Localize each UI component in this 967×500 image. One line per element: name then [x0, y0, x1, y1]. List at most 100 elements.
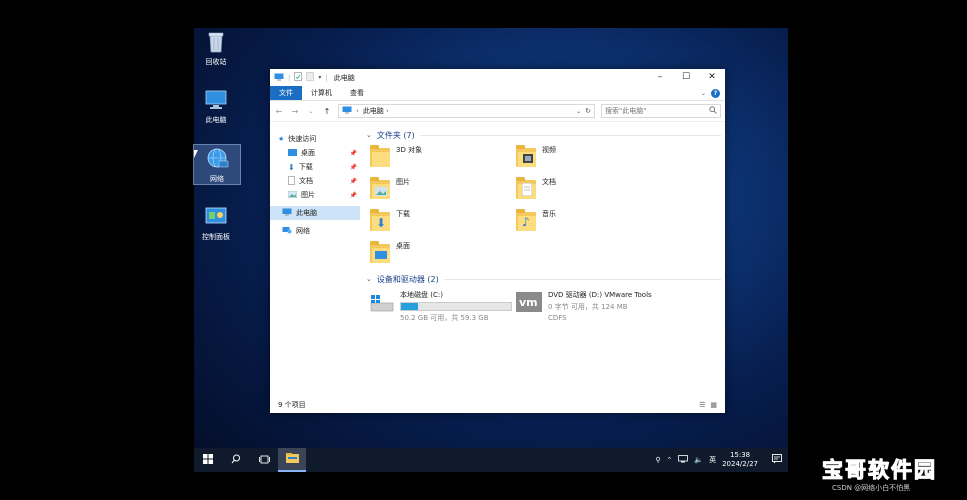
people-icon[interactable]: ⚲ [655, 456, 660, 464]
address-bar[interactable]: › 此电脑 › ⌄ ↻ [338, 104, 595, 118]
window-title: 此电脑 [333, 73, 355, 82]
pin-icon[interactable]: 📌 [350, 164, 357, 171]
this-pc-small-icon [282, 208, 292, 218]
nav-item-pictures[interactable]: 图片 📌 [270, 188, 360, 202]
nav-item-desktop[interactable]: 桌面 📌 [270, 146, 360, 160]
minimize-icon[interactable]: – [647, 69, 673, 86]
search-icon [709, 106, 717, 116]
refresh-icon[interactable]: ↻ [585, 107, 591, 115]
breadcrumb[interactable]: 此电脑 › [363, 106, 572, 116]
nav-quick-access[interactable]: ★ 快速访问 [270, 132, 360, 146]
back-arrow-icon[interactable]: ← [274, 107, 284, 116]
nav-label: 桌面 [301, 149, 315, 157]
nav-item-network[interactable]: 网络 [270, 224, 360, 238]
task-view-button[interactable] [250, 448, 278, 472]
folder-item-downloads[interactable]: ⬇ 下载 [370, 206, 516, 238]
this-pc-small-icon [274, 73, 284, 83]
folder-item-videos[interactable]: 视频 [516, 142, 662, 174]
section-title: 文件夹 (7) [376, 130, 415, 140]
taskbar: ⚲ ⌃ 🔈 英 15:38 2024/2/27 [194, 448, 788, 472]
pin-icon[interactable]: 📌 [350, 178, 357, 185]
clock-time: 15:38 [729, 451, 751, 459]
expand-ribbon-chevron-icon[interactable]: ⌄ [701, 90, 706, 97]
folder-label: 桌面 [396, 242, 410, 250]
control-panel-icon [203, 205, 229, 229]
folder-label: 下载 [396, 210, 410, 218]
close-icon[interactable]: ✕ [699, 69, 725, 86]
network-status-icon[interactable] [678, 455, 689, 465]
devices-section-header[interactable]: ⌄ 设备和驱动器 (2) [366, 272, 725, 286]
downloads-folder-icon: ⬇ [370, 209, 390, 231]
file-explorer-icon [285, 453, 299, 465]
drive-item-d[interactable]: vm DVD 驱动器 (D:) VMware Tools 0 字节 可用，共 1… [516, 288, 662, 323]
forward-arrow-icon[interactable]: → [290, 107, 300, 116]
up-arrow-icon[interactable]: ↑ [322, 107, 332, 116]
new-folder-icon[interactable] [306, 72, 315, 83]
task-view-icon [258, 455, 270, 466]
nav-item-downloads[interactable]: ⬇ 下载 📌 [270, 160, 360, 174]
drive-name: 本地磁盘 (C:) [400, 291, 443, 299]
drive-item-c[interactable]: 本地磁盘 (C:) 50.2 GB 可用，共 59.3 GB [370, 288, 516, 323]
notification-center-icon[interactable] [772, 454, 782, 466]
desktop-icon-this-pc[interactable]: 此电脑 [193, 88, 239, 125]
drives-grid: 本地磁盘 (C:) 50.2 GB 可用，共 59.3 GB vm DVD 驱动… [366, 288, 725, 323]
folder-item-music[interactable]: ♪ 音乐 [516, 206, 662, 238]
pictures-folder-icon [370, 177, 390, 199]
folder-item-documents[interactable]: 文档 [516, 174, 662, 206]
taskbar-file-explorer[interactable] [278, 448, 306, 472]
breadcrumb-separator-icon: › [356, 107, 359, 115]
large-icons-view-icon[interactable]: ▦ [710, 401, 717, 409]
system-tray: ⚲ ⌃ 🔈 英 15:38 2024/2/27 [655, 451, 788, 469]
pin-icon[interactable]: 📌 [350, 150, 357, 157]
folder-item-3d-objects[interactable]: 3D 对象 [370, 142, 516, 174]
nav-label: 此电脑 [296, 209, 317, 217]
properties-icon[interactable] [294, 72, 303, 83]
address-dropdown-chevron-icon[interactable]: ⌄ [576, 108, 581, 115]
tab-file[interactable]: 文件 [270, 86, 302, 100]
navigation-bar: ← → ⌄ ↑ › 此电脑 › ⌄ ↻ 搜索"此电脑" [270, 101, 725, 122]
folder-item-desktop[interactable]: 桌面 [370, 238, 516, 270]
show-hidden-icons-chevron-icon[interactable]: ⌃ [667, 456, 673, 464]
search-button[interactable] [222, 448, 250, 472]
desktop-icon-recycle-bin[interactable]: 回收站 [193, 30, 239, 67]
item-count: 9 个项目 [278, 401, 306, 409]
input-method-indicator[interactable]: 英 [709, 455, 716, 465]
navigation-pane: ★ 快速访问 桌面 📌 ⬇ 下载 📌 文档 📌 图片 📌 此电脑 网络 [270, 124, 360, 397]
folder-label: 3D 对象 [396, 146, 423, 154]
clock[interactable]: 15:38 2024/2/27 [722, 451, 758, 469]
title-bar[interactable]: | ▾ | 此电脑 – ☐ ✕ [270, 69, 725, 86]
search-placeholder: 搜索"此电脑" [605, 107, 647, 115]
search-input[interactable]: 搜索"此电脑" [601, 104, 721, 118]
breadcrumb-this-pc: 此电脑 [362, 107, 384, 115]
desktop-icon-network[interactable]: 网络 [193, 144, 241, 185]
watermark-subtext: CSDN @网络小白不怕黑 [832, 484, 911, 492]
desktop-icon-label: 网络 [210, 175, 224, 183]
recent-locations-chevron-icon[interactable]: ⌄ [306, 108, 316, 115]
drive-usage-fill [401, 303, 418, 310]
status-bar: 9 个项目 ☰ ▦ [270, 397, 725, 413]
details-view-icon[interactable]: ☰ [699, 401, 705, 409]
clock-date: 2024/2/27 [722, 460, 758, 468]
watermark-logo: 宝哥软件园 CSDN @网络小白不怕黑 [822, 454, 962, 494]
tab-computer[interactable]: 计算机 [302, 86, 341, 100]
pin-icon[interactable]: 📌 [350, 192, 357, 199]
network-globe-icon [204, 147, 230, 171]
desktop-icon-control-panel[interactable]: 控制面板 [193, 205, 239, 242]
hard-drive-windows-icon [370, 290, 394, 315]
folders-section-header[interactable]: ⌄ 文件夹 (7) [366, 128, 725, 142]
help-icon[interactable]: ? [711, 88, 720, 98]
mouse-cursor-icon [194, 150, 198, 158]
folder-item-pictures[interactable]: 图片 [370, 174, 516, 206]
recycle-bin-icon [203, 30, 229, 54]
tab-view[interactable]: 查看 [341, 86, 373, 100]
start-button[interactable] [194, 448, 222, 472]
volume-icon[interactable]: 🔈 [694, 456, 703, 464]
nav-item-this-pc[interactable]: 此电脑 [270, 206, 360, 220]
nav-item-documents[interactable]: 文档 📌 [270, 174, 360, 188]
drive-detail: 50.2 GB 可用，共 59.3 GB [400, 314, 489, 322]
folder-label: 文档 [542, 178, 556, 186]
maximize-icon[interactable]: ☐ [673, 69, 699, 86]
customize-toolbar-chevron-icon[interactable]: ▾ [318, 74, 321, 81]
download-arrow-icon: ⬇ [288, 162, 295, 172]
search-icon [231, 454, 241, 466]
